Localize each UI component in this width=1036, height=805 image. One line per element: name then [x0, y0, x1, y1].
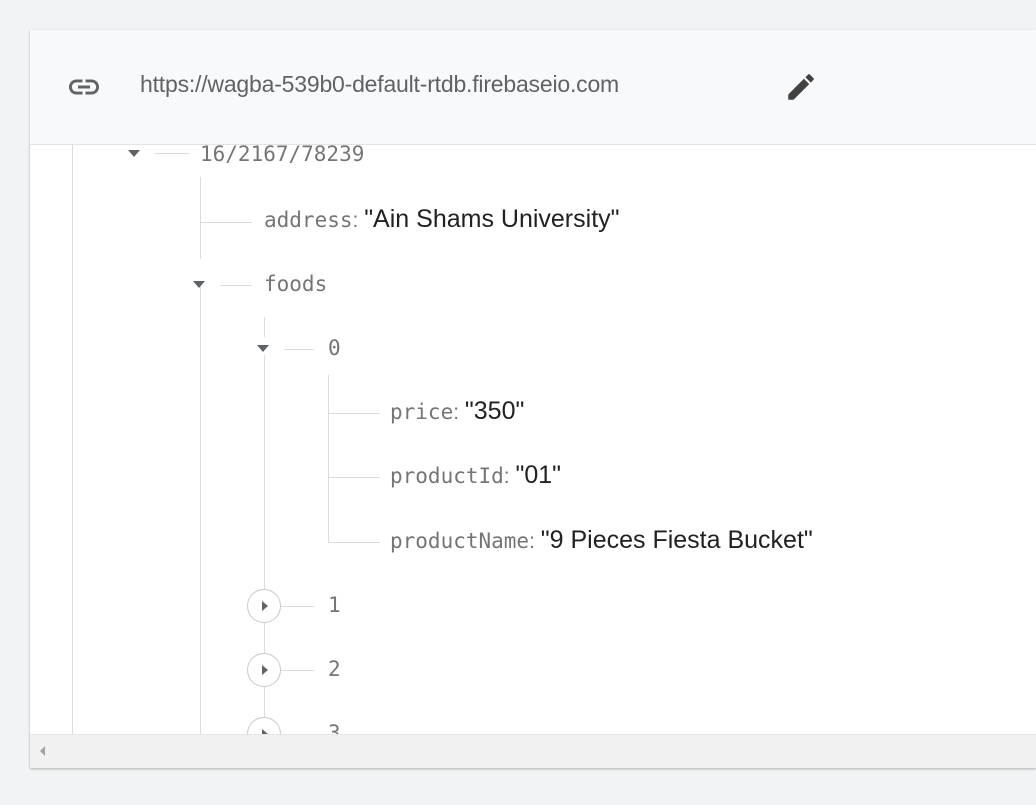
node-key: 2: [328, 657, 341, 681]
expand-node-icon[interactable]: [247, 717, 281, 735]
tree-branch-line: [281, 670, 314, 671]
tree-node-foods[interactable]: foods: [264, 268, 327, 299]
pencil-icon[interactable]: [784, 70, 818, 104]
node-value: "01": [515, 461, 562, 489]
tree-guide-line: [328, 375, 329, 543]
horizontal-scrollbar[interactable]: [30, 734, 1036, 768]
url-bar: https://wagba-539b0-default-rtdb.firebas…: [30, 30, 1036, 145]
tree-branch-line: [200, 222, 252, 223]
collapse-caret-icon[interactable]: [193, 281, 205, 288]
tree-node-item-0[interactable]: 0: [328, 332, 341, 363]
tree-branch-line: [328, 413, 380, 414]
expand-node-icon[interactable]: [247, 653, 281, 687]
node-key: 3: [328, 721, 341, 735]
tree-node-productId[interactable]: productId: "01": [390, 460, 561, 492]
tree-guide-line: [200, 177, 201, 259]
node-value: "Ain Shams University": [364, 205, 620, 233]
tree-branch-line: [328, 542, 380, 543]
tree-branch-line: [154, 153, 190, 154]
key-separator: :: [352, 209, 365, 232]
node-key: price: [390, 400, 454, 424]
tree-node-item-3[interactable]: 3: [328, 717, 341, 735]
tree-node-address[interactable]: address: "Ain Shams University": [264, 204, 620, 236]
data-tree: 16/2167/78239 address: "Ain Shams Univer…: [30, 145, 1036, 735]
node-value: "350": [464, 397, 525, 425]
tree-guide-line: [264, 317, 265, 337]
collapse-caret-icon[interactable]: [257, 345, 269, 352]
tree-guide-line: [72, 145, 73, 735]
node-key: address: [264, 208, 353, 232]
tree-branch-line: [328, 477, 380, 478]
tree-guide-line: [200, 285, 201, 735]
tree-node-item-2[interactable]: 2: [328, 653, 341, 684]
tree-node-item-1[interactable]: 1: [328, 589, 341, 620]
tree-branch-line: [220, 285, 252, 286]
node-key: 1: [328, 593, 341, 617]
link-icon: [69, 79, 99, 95]
expand-node-icon[interactable]: [247, 589, 281, 623]
key-separator: :: [503, 465, 516, 488]
node-key: 0: [328, 336, 341, 360]
node-value: "9 Pieces Fiesta Bucket": [540, 526, 813, 554]
node-key: 16/2167/78239: [200, 145, 365, 166]
tree-branch-line: [281, 606, 314, 607]
database-panel: https://wagba-539b0-default-rtdb.firebas…: [30, 30, 1036, 768]
key-separator: :: [529, 530, 541, 553]
tree-node-price[interactable]: price: "350": [390, 396, 524, 428]
node-key: foods: [264, 272, 328, 296]
node-key: productId: [390, 464, 504, 488]
node-key: productName: [390, 529, 530, 553]
key-separator: :: [453, 401, 465, 424]
tree-branch-line: [284, 349, 314, 350]
tree-node-productName[interactable]: productName: "9 Pieces Fiesta Bucket": [390, 525, 813, 557]
scroll-left-arrow-icon[interactable]: [40, 746, 45, 756]
database-url[interactable]: https://wagba-539b0-default-rtdb.firebas…: [140, 71, 619, 98]
tree-node-root[interactable]: 16/2167/78239: [200, 145, 364, 169]
collapse-caret-icon[interactable]: [128, 150, 140, 157]
